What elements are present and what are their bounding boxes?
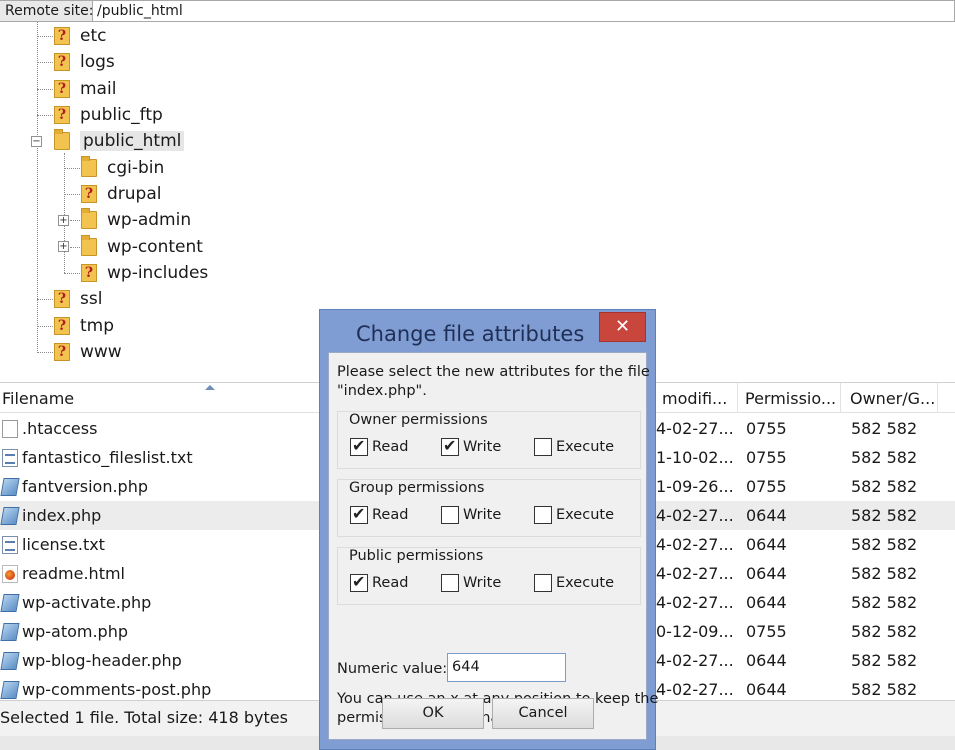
tree-item-drupal[interactable]: ? drupal bbox=[81, 182, 162, 206]
column-header-modified[interactable]: modifi... bbox=[660, 383, 738, 413]
checkbox-checked-icon bbox=[350, 436, 368, 456]
checkbox-unchecked-icon bbox=[441, 574, 459, 592]
cancel-button[interactable]: Cancel bbox=[492, 698, 594, 729]
unknown-folder-icon: ? bbox=[81, 185, 97, 203]
status-text: Selected 1 file. Total size: 418 bytes bbox=[0, 708, 288, 727]
folder-open-icon bbox=[54, 129, 70, 150]
column-header-permissions[interactable]: Permissio... bbox=[743, 383, 841, 413]
tree-item-wp-includes[interactable]: ? wp-includes bbox=[81, 261, 208, 285]
remote-site-label: Remote site: bbox=[0, 0, 101, 22]
tree-item-logs[interactable]: ? logs bbox=[54, 50, 115, 74]
public-permissions-group: Public permissions Read Write Execute bbox=[337, 547, 641, 605]
dialog-title: Change file attributes bbox=[356, 322, 585, 346]
unknown-folder-icon: ? bbox=[81, 264, 97, 282]
group-execute-checkbox[interactable]: Execute bbox=[534, 506, 614, 524]
numeric-value-input[interactable]: 644 bbox=[447, 653, 566, 682]
ok-button[interactable]: OK bbox=[382, 698, 484, 729]
group-permissions-title: Group permissions bbox=[349, 480, 485, 496]
php-file-icon bbox=[0, 478, 20, 496]
numeric-value-label: Numeric value: bbox=[337, 661, 448, 677]
text-file-icon bbox=[2, 449, 18, 467]
unknown-folder-icon: ? bbox=[54, 290, 70, 308]
public-execute-checkbox[interactable]: Execute bbox=[534, 574, 614, 592]
checkbox-unchecked-icon bbox=[441, 506, 459, 524]
checkbox-checked-icon bbox=[350, 504, 368, 524]
tree-item-cgi-bin[interactable]: cgi-bin bbox=[81, 156, 164, 180]
checkbox-checked-icon bbox=[441, 436, 459, 456]
change-file-attributes-dialog: Change file attributes ✕ Please select t… bbox=[319, 309, 658, 750]
group-read-checkbox[interactable]: Read bbox=[350, 504, 408, 524]
public-permissions-title: Public permissions bbox=[349, 548, 484, 564]
tree-item-etc[interactable]: ? etc bbox=[54, 24, 106, 48]
remote-path-input[interactable]: /public_html bbox=[92, 0, 955, 22]
php-file-icon bbox=[0, 623, 20, 641]
owner-permissions-title: Owner permissions bbox=[349, 412, 488, 428]
unknown-folder-icon: ? bbox=[54, 106, 70, 124]
text-file-icon bbox=[2, 536, 18, 554]
checkbox-checked-icon bbox=[350, 572, 368, 592]
public-read-checkbox[interactable]: Read bbox=[350, 572, 408, 592]
folder-icon bbox=[81, 208, 97, 229]
tree-item-www[interactable]: ? www bbox=[54, 340, 122, 364]
folder-icon bbox=[81, 235, 97, 256]
owner-permissions-group: Owner permissions Read Write Execute bbox=[337, 411, 641, 469]
checkbox-unchecked-icon bbox=[534, 506, 552, 524]
dialog-intro-line-1: Please select the new attributes for the… bbox=[337, 364, 650, 380]
collapse-toggle-public-html[interactable]: − bbox=[31, 136, 42, 147]
tree-item-ssl[interactable]: ? ssl bbox=[54, 287, 102, 311]
expand-toggle-wp-admin[interactable]: + bbox=[58, 215, 69, 226]
unknown-folder-icon: ? bbox=[54, 80, 70, 98]
group-permissions-group: Group permissions Read Write Execute bbox=[337, 479, 641, 537]
unknown-folder-icon: ? bbox=[54, 317, 70, 335]
column-header-owner[interactable]: Owner/G... bbox=[848, 383, 938, 413]
tree-item-public-ftp[interactable]: ? public_ftp bbox=[54, 103, 163, 127]
dialog-body: Please select the new attributes for the… bbox=[328, 352, 658, 740]
expand-toggle-wp-content[interactable]: + bbox=[58, 241, 69, 252]
public-write-checkbox[interactable]: Write bbox=[441, 574, 501, 592]
php-file-icon bbox=[0, 507, 20, 525]
sort-ascending-icon bbox=[205, 385, 215, 390]
owner-execute-checkbox[interactable]: Execute bbox=[534, 438, 614, 456]
checkbox-unchecked-icon bbox=[534, 574, 552, 592]
php-file-icon bbox=[0, 652, 20, 670]
html-file-icon bbox=[2, 565, 18, 583]
folder-icon bbox=[81, 156, 97, 177]
group-write-checkbox[interactable]: Write bbox=[441, 506, 501, 524]
owner-write-checkbox[interactable]: Write bbox=[441, 436, 501, 456]
remote-site-bar: Remote site: /public_html bbox=[0, 0, 955, 22]
close-button[interactable]: ✕ bbox=[599, 312, 646, 342]
unknown-folder-icon: ? bbox=[54, 53, 70, 71]
php-file-icon bbox=[0, 594, 20, 612]
checkbox-unchecked-icon bbox=[534, 438, 552, 456]
dialog-intro-line-2: "index.php". bbox=[337, 383, 427, 399]
tree-item-wp-content[interactable]: wp-content bbox=[81, 235, 203, 259]
unknown-folder-icon: ? bbox=[54, 343, 70, 361]
file-icon bbox=[2, 420, 18, 438]
owner-read-checkbox[interactable]: Read bbox=[350, 436, 408, 456]
tree-item-wp-admin[interactable]: wp-admin bbox=[81, 208, 191, 232]
tree-item-mail[interactable]: ? mail bbox=[54, 77, 116, 101]
php-file-icon bbox=[0, 681, 20, 699]
unknown-folder-icon: ? bbox=[54, 27, 70, 45]
tree-item-tmp[interactable]: ? tmp bbox=[54, 314, 114, 338]
tree-item-public-html[interactable]: public_html bbox=[54, 129, 185, 153]
